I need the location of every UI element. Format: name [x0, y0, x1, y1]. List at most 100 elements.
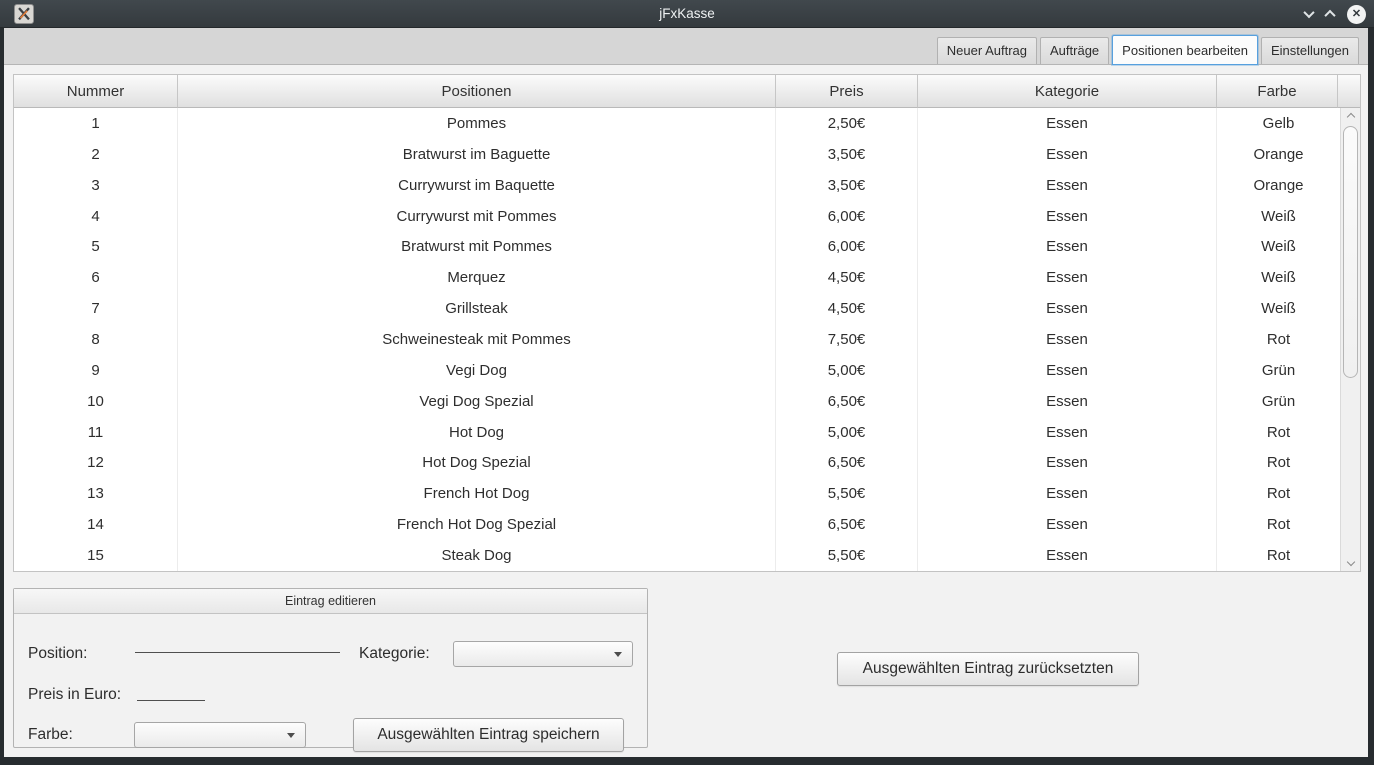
window-content: Neuer AuftragAufträgePositionen bearbeit… — [4, 28, 1368, 757]
minimize-icon[interactable] — [1303, 7, 1314, 18]
table-row[interactable]: 3Currywurst im Baquette3,50€EssenOrange — [14, 170, 1340, 201]
position-label: Position: — [28, 645, 87, 663]
cell-farbe: Rot — [1217, 324, 1340, 355]
cell-preis: 5,50€ — [776, 540, 918, 571]
tab-einstellungen[interactable]: Einstellungen — [1261, 37, 1359, 64]
cell-farbe: Grün — [1217, 386, 1340, 417]
cell-nummer: 5 — [14, 231, 178, 262]
cell-positionen: Hot Dog Spezial — [178, 447, 776, 478]
cell-kategorie: Essen — [918, 447, 1217, 478]
cell-positionen: Schweinesteak mit Pommes — [178, 324, 776, 355]
position-input[interactable] — [135, 652, 340, 653]
table-row[interactable]: 7Grillsteak4,50€EssenWeiß — [14, 293, 1340, 324]
cell-preis: 5,00€ — [776, 417, 918, 448]
cell-kategorie: Essen — [918, 139, 1217, 170]
cell-kategorie: Essen — [918, 324, 1217, 355]
maximize-icon[interactable] — [1324, 10, 1335, 21]
cell-kategorie: Essen — [918, 478, 1217, 509]
column-header-farbe[interactable]: Farbe — [1217, 75, 1338, 108]
cell-positionen: Vegi Dog Spezial — [178, 386, 776, 417]
table-body-wrap: 1Pommes2,50€EssenGelb2Bratwurst im Bague… — [14, 108, 1360, 571]
edit-entry-panel: Eintrag editieren Position: Kategorie: P… — [13, 588, 648, 748]
scroll-down-icon[interactable] — [1341, 554, 1360, 570]
tab-bar: Neuer AuftragAufträgePositionen bearbeit… — [4, 28, 1368, 65]
cell-kategorie: Essen — [918, 540, 1217, 571]
cell-nummer: 2 — [14, 139, 178, 170]
preis-label: Preis in Euro: — [28, 686, 121, 704]
edit-entry-panel-title[interactable]: Eintrag editieren — [14, 589, 647, 614]
cell-nummer: 13 — [14, 478, 178, 509]
cell-preis: 3,50€ — [776, 170, 918, 201]
cell-positionen: Hot Dog — [178, 417, 776, 448]
cell-preis: 5,50€ — [776, 478, 918, 509]
cell-positionen: Bratwurst im Baguette — [178, 139, 776, 170]
table-row[interactable]: 5Bratwurst mit Pommes6,00€EssenWeiß — [14, 231, 1340, 262]
cell-nummer: 3 — [14, 170, 178, 201]
cell-nummer: 11 — [14, 417, 178, 448]
kategorie-dropdown[interactable] — [453, 641, 633, 667]
table-row[interactable]: 6Merquez4,50€EssenWeiß — [14, 262, 1340, 293]
cell-farbe: Weiß — [1217, 293, 1340, 324]
cell-nummer: 6 — [14, 262, 178, 293]
table-row[interactable]: 13French Hot Dog5,50€EssenRot — [14, 478, 1340, 509]
cell-farbe: Weiß — [1217, 201, 1340, 232]
table-row[interactable]: 14French Hot Dog Spezial6,50€EssenRot — [14, 509, 1340, 540]
column-header-preis[interactable]: Preis — [776, 75, 918, 108]
titlebar: jFxKasse ✕ — [0, 0, 1374, 28]
farbe-dropdown[interactable] — [134, 722, 306, 748]
table-row[interactable]: 15Steak Dog5,50€EssenRot — [14, 540, 1340, 571]
table-row[interactable]: 10Vegi Dog Spezial6,50€EssenGrün — [14, 386, 1340, 417]
tab-neuer-auftrag[interactable]: Neuer Auftrag — [937, 37, 1037, 64]
cell-positionen: Vegi Dog — [178, 355, 776, 386]
cell-preis: 2,50€ — [776, 108, 918, 139]
tab-positionen-bearbeiten[interactable]: Positionen bearbeiten — [1112, 35, 1258, 65]
column-header-nummer[interactable]: Nummer — [14, 75, 178, 108]
cell-preis: 3,50€ — [776, 139, 918, 170]
cell-nummer: 1 — [14, 108, 178, 139]
close-icon[interactable]: ✕ — [1347, 5, 1366, 24]
cell-nummer: 4 — [14, 201, 178, 232]
dropdown-arrow-icon — [287, 733, 295, 738]
cell-preis: 7,50€ — [776, 324, 918, 355]
table-row[interactable]: 1Pommes2,50€EssenGelb — [14, 108, 1340, 139]
column-header-positionen[interactable]: Positionen — [178, 75, 776, 108]
table-row[interactable]: 4Currywurst mit Pommes6,00€EssenWeiß — [14, 201, 1340, 232]
cell-nummer: 15 — [14, 540, 178, 571]
kategorie-label: Kategorie: — [359, 645, 430, 663]
cell-farbe: Weiß — [1217, 262, 1340, 293]
cell-farbe: Grün — [1217, 355, 1340, 386]
cell-farbe: Weiß — [1217, 231, 1340, 262]
cell-positionen: Bratwurst mit Pommes — [178, 231, 776, 262]
cell-preis: 6,00€ — [776, 201, 918, 232]
cell-nummer: 10 — [14, 386, 178, 417]
tab-auftr-ge[interactable]: Aufträge — [1040, 37, 1109, 64]
cell-nummer: 9 — [14, 355, 178, 386]
cell-nummer: 7 — [14, 293, 178, 324]
cell-farbe: Rot — [1217, 447, 1340, 478]
vertical-scrollbar[interactable] — [1340, 108, 1360, 571]
column-header-kategorie[interactable]: Kategorie — [918, 75, 1217, 108]
save-entry-button[interactable]: Ausgewählten Eintrag speichern — [353, 718, 624, 752]
cell-farbe: Rot — [1217, 417, 1340, 448]
window-controls: ✕ — [1305, 0, 1366, 28]
cell-positionen: Steak Dog — [178, 540, 776, 571]
cell-farbe: Rot — [1217, 540, 1340, 571]
cell-positionen: Merquez — [178, 262, 776, 293]
table-row[interactable]: 8Schweinesteak mit Pommes7,50€EssenRot — [14, 324, 1340, 355]
table-row[interactable]: 12Hot Dog Spezial6,50€EssenRot — [14, 447, 1340, 478]
cell-kategorie: Essen — [918, 355, 1217, 386]
cell-farbe: Orange — [1217, 170, 1340, 201]
cell-kategorie: Essen — [918, 262, 1217, 293]
preis-input[interactable] — [137, 700, 205, 701]
cell-farbe: Gelb — [1217, 108, 1340, 139]
scrollbar-thumb[interactable] — [1343, 126, 1358, 378]
farbe-label: Farbe: — [28, 726, 73, 744]
cell-farbe: Rot — [1217, 509, 1340, 540]
reset-entry-button[interactable]: Ausgewählten Eintrag zurücksetzten — [837, 652, 1139, 686]
cell-kategorie: Essen — [918, 293, 1217, 324]
scroll-up-icon[interactable] — [1341, 109, 1360, 125]
table-row[interactable]: 9Vegi Dog5,00€EssenGrün — [14, 355, 1340, 386]
table-row[interactable]: 2Bratwurst im Baguette3,50€EssenOrange — [14, 139, 1340, 170]
table-row[interactable]: 11Hot Dog5,00€EssenRot — [14, 417, 1340, 448]
dropdown-arrow-icon — [614, 652, 622, 657]
